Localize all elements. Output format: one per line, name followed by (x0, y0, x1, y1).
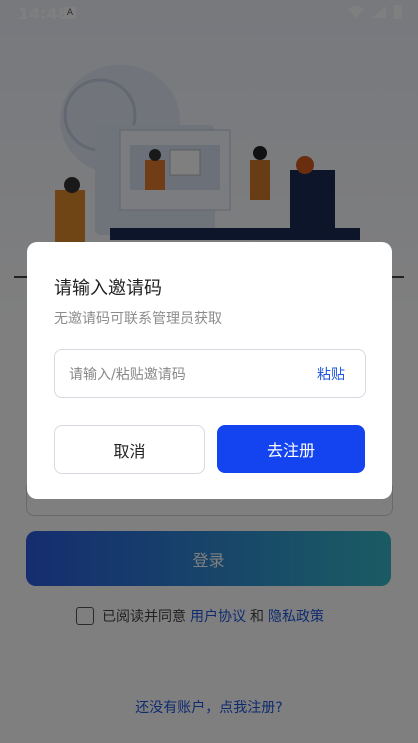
invite-code-input[interactable]: 请输入/粘贴邀请码 粘贴 (54, 349, 366, 398)
invite-code-dialog: 请输入邀请码 无邀请码可联系管理员获取 请输入/粘贴邀请码 粘贴 取消 去注册 (27, 242, 392, 499)
dialog-title: 请输入邀请码 (54, 278, 162, 299)
go-register-button[interactable]: 去注册 (217, 425, 365, 473)
invite-code-placeholder: 请输入/粘贴邀请码 (69, 367, 186, 383)
cancel-button[interactable]: 取消 (54, 425, 205, 474)
paste-button[interactable]: 粘贴 (317, 364, 345, 384)
dialog-subtitle: 无邀请码可联系管理员获取 (54, 311, 222, 327)
